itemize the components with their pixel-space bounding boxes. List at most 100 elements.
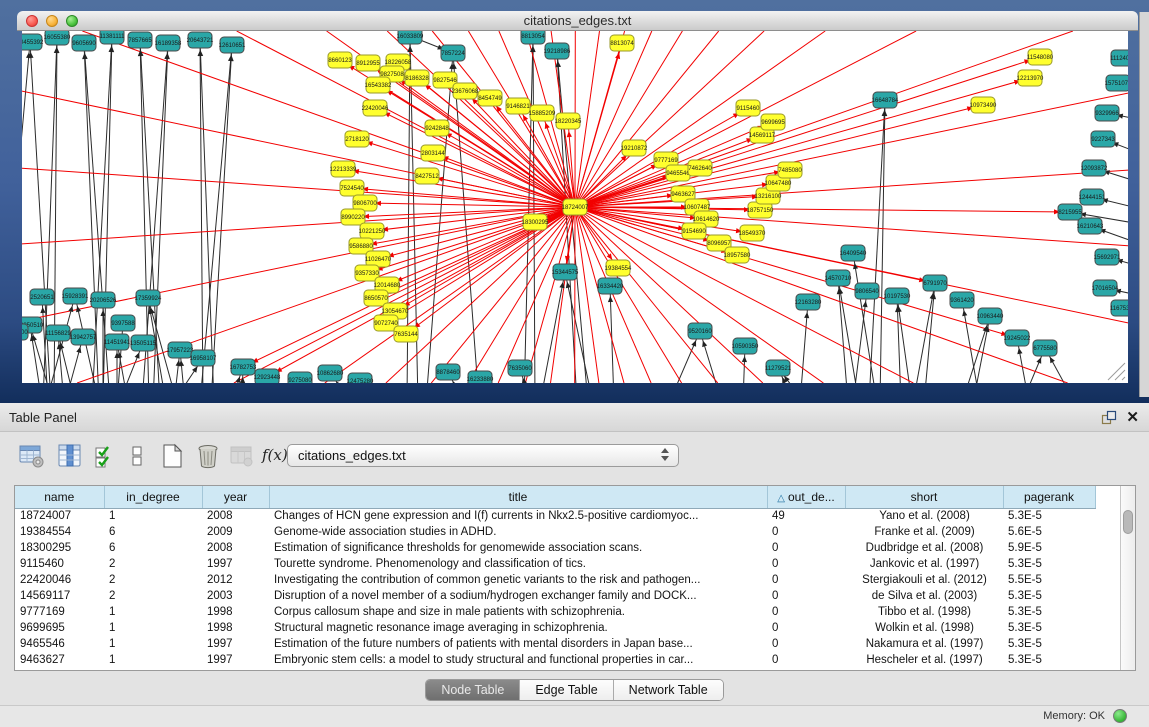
- graph-node[interactable]: 15344575: [552, 264, 579, 280]
- graph-node[interactable]: 9806540: [855, 283, 879, 299]
- graph-node[interactable]: 6791970: [923, 275, 947, 291]
- graph-node[interactable]: 12610651: [219, 37, 246, 53]
- new-table-icon[interactable]: [158, 442, 186, 470]
- graph-node[interactable]: 16233880: [467, 371, 494, 383]
- graph-node[interactable]: 9699695: [761, 114, 785, 130]
- graph-node[interactable]: 9242848: [425, 120, 449, 136]
- graph-node[interactable]: 11548080: [1027, 49, 1054, 65]
- graph-node[interactable]: 9605690: [72, 35, 96, 51]
- graph-node[interactable]: 9146821: [506, 98, 530, 114]
- graph-node[interactable]: 16055380: [44, 31, 71, 45]
- graph-node[interactable]: 10455392: [22, 34, 44, 50]
- table-row[interactable]: 946554611997Estimation of the future num…: [15, 636, 1095, 652]
- graph-node[interactable]: 16210643: [1077, 218, 1104, 234]
- table-header-row[interactable]: namein_degreeyeartitle△out_de...shortpag…: [15, 486, 1095, 508]
- graph-node[interactable]: 17016504: [1092, 280, 1119, 296]
- column-header[interactable]: name: [15, 486, 104, 508]
- graph-node[interactable]: 2520651: [30, 289, 54, 305]
- graph-node[interactable]: 11675338: [1110, 300, 1128, 316]
- table-row[interactable]: 1938455462009Genome-wide association stu…: [15, 524, 1095, 540]
- graph-node[interactable]: 10221250: [359, 223, 386, 239]
- graph-node[interactable]: 19210872: [621, 140, 648, 156]
- show-column-icon[interactable]: [56, 442, 84, 470]
- table-row[interactable]: 1456911722003Disruption of a novel membe…: [15, 588, 1095, 604]
- graph-node[interactable]: 11124047: [1110, 50, 1128, 66]
- graph-node[interactable]: 19218986: [544, 43, 571, 59]
- graph-node[interactable]: 13942757: [70, 329, 97, 345]
- graph-node[interactable]: 16782753: [230, 359, 257, 375]
- graph-node[interactable]: 9520160: [688, 323, 712, 339]
- tab-network-table[interactable]: Network Table: [614, 680, 723, 700]
- graph-node[interactable]: 19245022: [1004, 330, 1031, 346]
- graph-node[interactable]: 7635144: [394, 326, 418, 342]
- graph-node[interactable]: 7462640: [688, 160, 712, 176]
- graph-node[interactable]: 10590350: [732, 338, 759, 354]
- graph-node[interactable]: 15692971: [1094, 249, 1121, 265]
- graph-node[interactable]: 3915900: [22, 324, 28, 340]
- graph-node[interactable]: 7635060: [508, 360, 532, 376]
- graph-node[interactable]: 2803144: [421, 145, 445, 161]
- graph-node[interactable]: 12213339: [330, 161, 357, 177]
- column-header[interactable]: pagerank: [1003, 486, 1095, 508]
- graph-node[interactable]: 9275080: [288, 372, 312, 383]
- graph-node[interactable]: 15928391: [62, 288, 89, 304]
- graph-node[interactable]: 18957580: [724, 247, 751, 263]
- table-row[interactable]: 977716911998Corpus callosum shape and si…: [15, 604, 1095, 620]
- graph-node[interactable]: 16334420: [597, 278, 624, 294]
- graph-node[interactable]: 9397588: [111, 315, 135, 331]
- graph-node[interactable]: 12093872: [1081, 160, 1108, 176]
- graph-node[interactable]: 19384554: [605, 260, 632, 276]
- node-table-grid[interactable]: namein_degreeyeartitle△out_de...shortpag…: [15, 486, 1096, 668]
- graph-node[interactable]: 16958107: [190, 350, 217, 366]
- graph-node[interactable]: 10963440: [977, 308, 1004, 324]
- tab-node-table[interactable]: Node Table: [426, 680, 520, 700]
- graph-node[interactable]: 10197530: [884, 288, 911, 304]
- graph-node[interactable]: 18220345: [555, 113, 582, 129]
- graph-node[interactable]: 18549370: [739, 225, 766, 241]
- table-vertical-scrollbar[interactable]: [1120, 486, 1135, 670]
- table-row[interactable]: 946362711997Embryonic stem cells: a mode…: [15, 652, 1095, 668]
- graph-node[interactable]: 23676068: [452, 83, 479, 99]
- graph-node[interactable]: 11451941: [104, 334, 131, 350]
- graph-node[interactable]: 8454749: [478, 90, 502, 106]
- window-titlebar[interactable]: citations_edges.txt: [17, 11, 1138, 31]
- graph-node[interactable]: 18300295: [522, 214, 549, 230]
- graph-node[interactable]: 8215955: [1058, 204, 1082, 220]
- graph-node[interactable]: 16033809: [397, 31, 424, 44]
- select-all-icon[interactable]: [92, 442, 120, 470]
- function-builder-icon[interactable]: f(x): [262, 442, 290, 470]
- graph-node[interactable]: 8427512: [415, 168, 439, 184]
- graph-node[interactable]: 15751074: [1105, 75, 1128, 91]
- graph-node[interactable]: 8660123: [328, 52, 352, 68]
- table-row[interactable]: 969969511998Structural magnetic resonanc…: [15, 620, 1095, 636]
- graph-node[interactable]: 9329966: [1095, 105, 1119, 121]
- graph-node[interactable]: 22420046: [362, 100, 389, 116]
- graph-node[interactable]: 7857224: [441, 45, 465, 61]
- graph-node[interactable]: 9361420: [950, 292, 974, 308]
- network-canvas[interactable]: 1045539216055380960569011381111785766516…: [22, 31, 1128, 383]
- column-header[interactable]: △out_de...: [767, 486, 845, 508]
- graph-node[interactable]: 9227343: [1091, 131, 1115, 147]
- table-row[interactable]: 911546021997Tourette syndrome. Phenomeno…: [15, 556, 1095, 572]
- unselect-all-icon[interactable]: [124, 442, 152, 470]
- scrollbar-thumb[interactable]: [1123, 510, 1133, 534]
- graph-node[interactable]: 12163280: [795, 294, 822, 310]
- graph-node[interactable]: 8912955: [356, 55, 380, 71]
- graph-node[interactable]: 8878460: [436, 364, 460, 380]
- tab-edge-table[interactable]: Edge Table: [520, 680, 613, 700]
- column-header[interactable]: year: [202, 486, 269, 508]
- graph-node[interactable]: 16648784: [872, 92, 899, 108]
- graph-node[interactable]: 16543382: [365, 77, 392, 93]
- graph-node[interactable]: 15885209: [529, 105, 556, 121]
- column-header[interactable]: short: [845, 486, 1003, 508]
- graph-node[interactable]: 20643721: [187, 32, 214, 48]
- graph-node[interactable]: 12475280: [347, 373, 374, 383]
- graph-node[interactable]: 14570710: [825, 270, 852, 286]
- column-header[interactable]: in_degree: [104, 486, 202, 508]
- graph-node[interactable]: 11279521: [765, 360, 792, 376]
- graph-node[interactable]: 6775580: [1033, 340, 1057, 356]
- graph-node[interactable]: 18724007: [562, 199, 589, 215]
- graph-node[interactable]: 17359924: [135, 290, 162, 306]
- float-panel-icon[interactable]: [1101, 410, 1117, 425]
- graph-node[interactable]: 8990220: [341, 209, 365, 225]
